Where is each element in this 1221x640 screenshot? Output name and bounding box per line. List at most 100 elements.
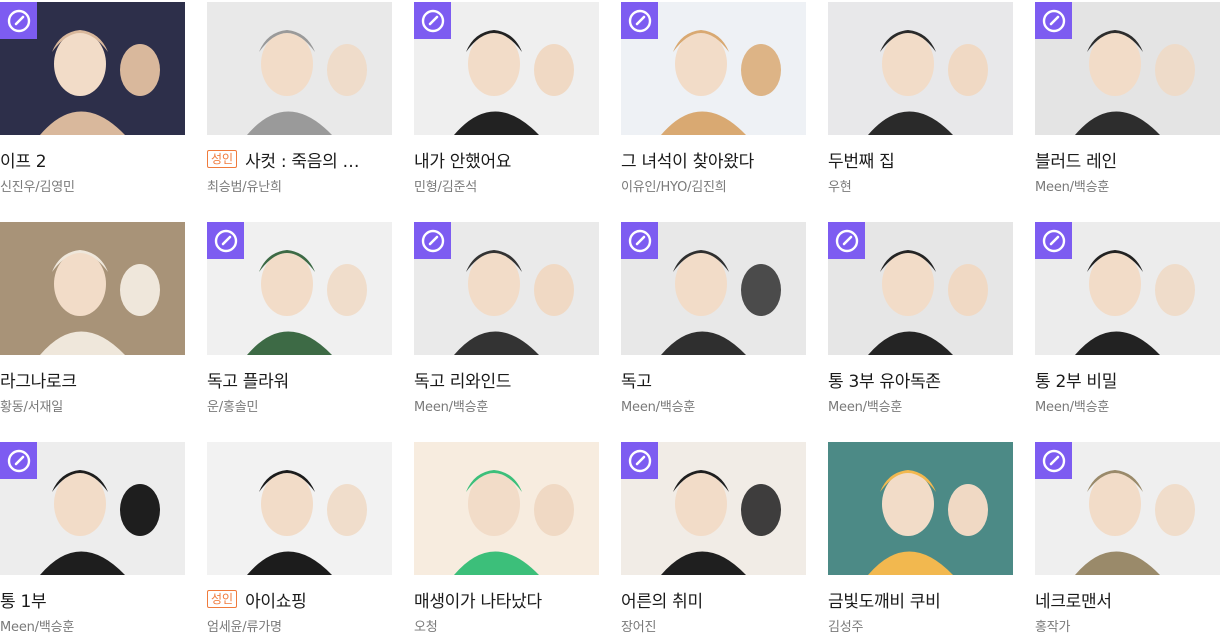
webtoon-thumbnail[interactable]: [414, 2, 599, 135]
title-row: 네크로맨서: [1035, 587, 1220, 612]
webtoon-title[interactable]: 독고 플라워: [207, 367, 289, 392]
webtoon-card-15[interactable]: 매생이가 나타났다 오청: [414, 442, 599, 640]
webtoon-author: 최승범/유난희: [207, 180, 282, 195]
webtoon-card-12[interactable]: 통 2부 비밀 Meen/백승훈: [1035, 222, 1220, 442]
clock-badge-icon: [207, 222, 244, 259]
title-row: 통 1부: [0, 587, 185, 612]
clock-badge-icon: [1035, 222, 1072, 259]
title-row: 성인 아이쇼핑: [207, 587, 392, 611]
adult-tag: 성인: [207, 150, 238, 168]
webtoon-title[interactable]: 독고: [621, 367, 652, 392]
webtoon-thumbnail[interactable]: [207, 2, 392, 135]
webtoon-title[interactable]: 이프 2: [0, 147, 46, 172]
webtoon-title[interactable]: 통 2부 비밀: [1035, 367, 1117, 392]
webtoon-thumbnail[interactable]: [207, 222, 392, 355]
webtoon-card-17[interactable]: 금빛도깨비 쿠비 김성주: [828, 442, 1013, 640]
title-row: 그 녀석이 찾아왔다: [621, 147, 806, 172]
clock-badge-icon: [414, 222, 451, 259]
webtoon-title[interactable]: 네크로맨서: [1035, 587, 1112, 612]
webtoon-author: Meen/백승훈: [828, 400, 903, 415]
clock-badge-icon: [621, 2, 658, 39]
title-row: 통 3부 유아독존: [828, 367, 1013, 392]
clock-badge-icon: [0, 442, 37, 479]
webtoon-title[interactable]: 두번째 집: [828, 147, 894, 172]
title-row: 라그나로크: [0, 367, 185, 392]
thumbnail-artwork: [207, 442, 392, 575]
webtoon-title[interactable]: 그 녀석이 찾아왔다: [621, 147, 754, 172]
title-row: 내가 안했어요: [414, 147, 599, 172]
webtoon-title[interactable]: 사컷 : 죽음의 …: [245, 147, 359, 172]
webtoon-thumbnail[interactable]: [621, 222, 806, 355]
webtoon-thumbnail[interactable]: [1035, 442, 1220, 575]
webtoon-author: 운/홍솔민: [207, 400, 259, 415]
webtoon-card-10[interactable]: 독고 Meen/백승훈: [621, 222, 806, 442]
webtoon-title[interactable]: 내가 안했어요: [414, 147, 511, 172]
title-row: 블러드 레인: [1035, 147, 1220, 172]
webtoon-title[interactable]: 어른의 취미: [621, 587, 703, 612]
adult-tag: 성인: [207, 590, 238, 608]
webtoon-title[interactable]: 통 1부: [0, 587, 46, 612]
webtoon-author: Meen/백승훈: [1035, 400, 1110, 415]
webtoon-title[interactable]: 아이쇼핑: [245, 587, 306, 612]
webtoon-card-3[interactable]: 내가 안했어요 민형/김준석: [414, 2, 599, 222]
webtoon-author: 신진우/김영민: [0, 180, 75, 195]
webtoon-title[interactable]: 라그나로크: [0, 367, 77, 392]
webtoon-title[interactable]: 매생이가 나타났다: [414, 587, 542, 612]
webtoon-author: 장어진: [621, 620, 657, 635]
clock-badge-icon: [414, 2, 451, 39]
title-row: 독고: [621, 367, 806, 392]
webtoon-thumbnail[interactable]: [207, 442, 392, 575]
webtoon-card-2[interactable]: 성인 사컷 : 죽음의 … 최승범/유난희: [207, 2, 392, 222]
webtoon-thumbnail[interactable]: [1035, 2, 1220, 135]
webtoon-card-9[interactable]: 독고 리와인드 Meen/백승훈: [414, 222, 599, 442]
webtoon-card-13[interactable]: 통 1부 Meen/백승훈: [0, 442, 185, 640]
webtoon-thumbnail[interactable]: [0, 2, 185, 135]
webtoon-author: Meen/백승훈: [1035, 180, 1110, 195]
webtoon-card-4[interactable]: 그 녀석이 찾아왔다 이유인/HYO/김진희: [621, 2, 806, 222]
thumbnail-artwork: [828, 2, 1013, 135]
title-row: 독고 플라워: [207, 367, 392, 392]
webtoon-thumbnail[interactable]: [621, 2, 806, 135]
webtoon-title[interactable]: 통 3부 유아독존: [828, 367, 941, 392]
title-row: 독고 리와인드: [414, 367, 599, 392]
webtoon-author: 김성주: [828, 620, 864, 635]
thumbnail-artwork: [414, 442, 599, 575]
webtoon-card-7[interactable]: 라그나로크 황동/서재일: [0, 222, 185, 442]
webtoon-thumbnail[interactable]: [414, 442, 599, 575]
webtoon-card-14[interactable]: 성인 아이쇼핑 엄세윤/류가명: [207, 442, 392, 640]
webtoon-card-5[interactable]: 두번째 집 우현: [828, 2, 1013, 222]
webtoon-thumbnail[interactable]: [828, 222, 1013, 355]
clock-badge-icon: [621, 442, 658, 479]
webtoon-thumbnail[interactable]: [621, 442, 806, 575]
webtoon-card-1[interactable]: 이프 2 신진우/김영민: [0, 2, 185, 222]
webtoon-thumbnail[interactable]: [828, 442, 1013, 575]
webtoon-thumbnail[interactable]: [828, 2, 1013, 135]
webtoon-author: 홍작가: [1035, 620, 1071, 635]
webtoon-title[interactable]: 블러드 레인: [1035, 147, 1117, 172]
webtoon-thumbnail[interactable]: [414, 222, 599, 355]
webtoon-thumbnail[interactable]: [0, 442, 185, 575]
title-row: 성인 사컷 : 죽음의 …: [207, 147, 392, 171]
webtoon-author: 이유인/HYO/김진희: [621, 180, 727, 195]
title-row: 이프 2: [0, 147, 185, 172]
webtoon-thumbnail[interactable]: [0, 222, 185, 355]
webtoon-author: Meen/백승훈: [621, 400, 696, 415]
webtoon-card-8[interactable]: 독고 플라워 운/홍솔민: [207, 222, 392, 442]
webtoon-title[interactable]: 금빛도깨비 쿠비: [828, 587, 940, 612]
clock-badge-icon: [621, 222, 658, 259]
webtoon-card-11[interactable]: 통 3부 유아독존 Meen/백승훈: [828, 222, 1013, 442]
webtoon-author: Meen/백승훈: [0, 620, 75, 635]
webtoon-card-6[interactable]: 블러드 레인 Meen/백승훈: [1035, 2, 1220, 222]
webtoon-grid: 이프 2 신진우/김영민 성인 사컷 : 죽음의 … 최승범/유난희 내가 안했…: [0, 2, 1221, 640]
title-row: 금빛도깨비 쿠비: [828, 587, 1013, 612]
webtoon-thumbnail[interactable]: [1035, 222, 1220, 355]
webtoon-card-18[interactable]: 네크로맨서 홍작가: [1035, 442, 1220, 640]
title-row: 두번째 집: [828, 147, 1013, 172]
webtoon-title[interactable]: 독고 리와인드: [414, 367, 511, 392]
thumbnail-artwork: [207, 2, 392, 135]
title-row: 어른의 취미: [621, 587, 806, 612]
webtoon-author: 황동/서재일: [0, 400, 63, 415]
clock-badge-icon: [1035, 442, 1072, 479]
webtoon-card-16[interactable]: 어른의 취미 장어진: [621, 442, 806, 640]
webtoon-author: 엄세윤/류가명: [207, 620, 282, 635]
